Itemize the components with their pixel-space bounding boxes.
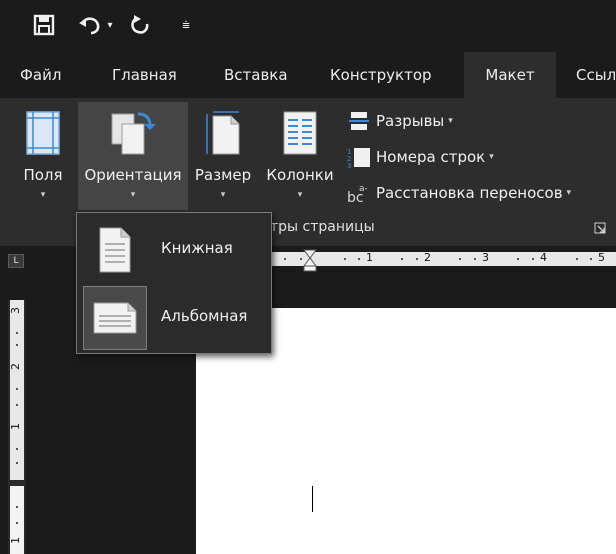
breaks-button[interactable]: Разрывы ▾	[344, 108, 453, 134]
ruler-number: 3	[9, 307, 22, 314]
columns-label: Колонки	[266, 166, 334, 184]
ruler-number: 4	[540, 251, 547, 264]
hyphenation-button[interactable]: bc a- Расстановка переносов ▾	[344, 180, 571, 206]
undo-icon	[79, 17, 100, 35]
tab-selector[interactable]: L	[8, 254, 24, 268]
vertical-ruler[interactable]: 3 2 1 1	[8, 300, 26, 554]
landscape-page-icon	[83, 286, 147, 350]
undo-button[interactable]	[76, 10, 104, 40]
quick-access-toolbar: ▾ ⩧	[0, 0, 616, 52]
ruler-number: 1	[9, 423, 22, 430]
ruler-number: 2	[424, 251, 431, 264]
tab-references[interactable]: Ссылки	[576, 52, 616, 98]
size-label: Размер	[194, 166, 252, 184]
tab-file[interactable]: Файл	[20, 52, 61, 98]
breaks-label: Разрывы	[376, 112, 445, 130]
margins-label: Поля	[23, 166, 63, 184]
line-numbers-button[interactable]: 1 2 3 Номера строк ▾	[344, 144, 494, 170]
redo-button[interactable]	[126, 10, 154, 40]
ruler-number: 1	[9, 537, 22, 544]
line-numbers-caret: ▾	[489, 152, 494, 162]
orientation-icon	[111, 112, 156, 155]
hyphenation-icon: bc a-	[344, 182, 374, 204]
orientation-landscape-label: Альбомная	[161, 307, 248, 325]
columns-caret: ▾	[297, 190, 303, 200]
ruler-number: 2	[9, 363, 22, 370]
breaks-caret: ▾	[448, 116, 453, 126]
ruler-number: 5	[598, 251, 605, 264]
undo-dropdown[interactable]: ▾	[104, 10, 116, 40]
save-icon	[33, 14, 55, 36]
page-setup-group-label: тры страницы	[270, 219, 375, 235]
size-caret: ▾	[220, 190, 226, 200]
columns-icon	[283, 111, 317, 155]
customize-toolbar-button[interactable]: ⩧	[178, 10, 194, 40]
hyphenation-caret: ▾	[566, 188, 572, 198]
dialog-launcher-icon[interactable]	[594, 222, 606, 234]
orientation-portrait-item[interactable]: Книжная	[81, 217, 267, 283]
margins-caret: ▾	[40, 190, 46, 200]
orientation-caret: ▾	[130, 190, 136, 200]
ruler-number: 3	[482, 251, 489, 264]
orientation-button[interactable]: Ориентация ▾	[78, 102, 188, 210]
orientation-menu: Книжная Альбомная	[76, 212, 272, 354]
size-icon	[206, 111, 240, 155]
tab-layout[interactable]: Макет	[464, 52, 556, 98]
svg-text:a-: a-	[359, 184, 368, 194]
save-button[interactable]	[30, 10, 58, 40]
breaks-icon	[344, 110, 374, 132]
portrait-page-icon	[83, 218, 147, 282]
ruler-number: 1	[366, 251, 373, 264]
text-cursor	[312, 486, 313, 512]
svg-text:3: 3	[347, 162, 351, 168]
hyphenation-label: Расстановка переносов	[376, 184, 563, 202]
line-numbers-label: Номера строк	[376, 148, 486, 166]
tab-design[interactable]: Конструктор	[330, 52, 432, 98]
size-button[interactable]: Размер ▾	[190, 102, 256, 210]
tab-insert[interactable]: Вставка	[224, 52, 288, 98]
orientation-portrait-label: Книжная	[161, 239, 233, 257]
orientation-label: Ориентация	[84, 166, 182, 184]
margins-button[interactable]: Поля ▾	[14, 102, 72, 210]
ribbon-tabs: Файл Главная Вставка Конструктор Макет С…	[0, 52, 616, 98]
orientation-landscape-item[interactable]: Альбомная	[81, 285, 267, 351]
redo-icon	[131, 15, 149, 34]
margins-icon	[26, 111, 60, 155]
columns-button[interactable]: Колонки ▾	[260, 102, 340, 210]
line-numbers-icon: 1 2 3	[344, 146, 374, 168]
tab-home[interactable]: Главная	[112, 52, 177, 98]
